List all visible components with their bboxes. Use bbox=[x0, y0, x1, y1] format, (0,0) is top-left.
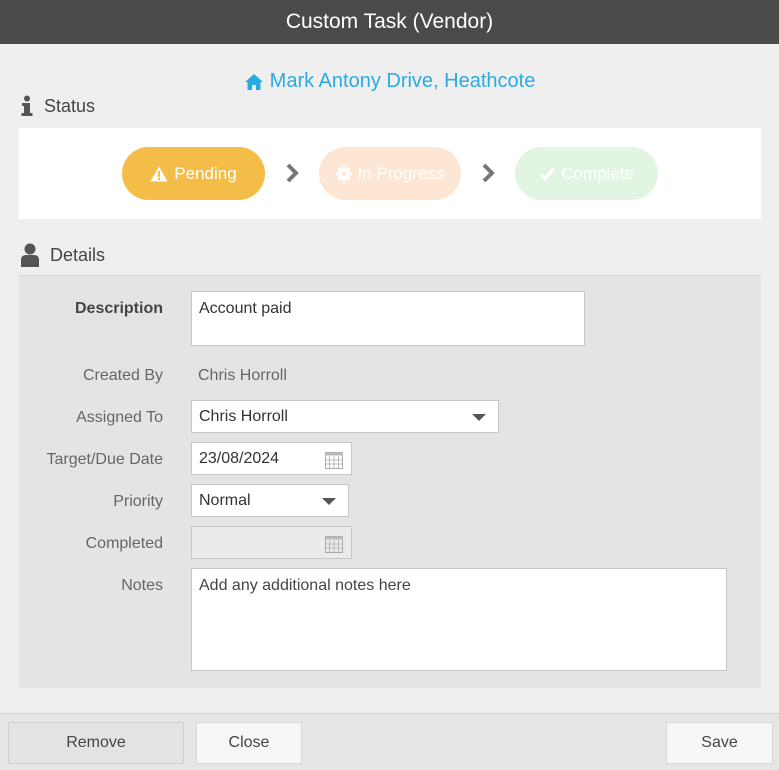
home-icon bbox=[244, 73, 263, 90]
priority-value: Normal bbox=[199, 491, 251, 509]
info-icon bbox=[21, 95, 33, 116]
gear-icon bbox=[335, 165, 352, 182]
check-icon bbox=[539, 167, 555, 181]
details-section-header: Details bbox=[20, 243, 105, 267]
notes-placeholder: Add any additional notes here bbox=[199, 577, 411, 594]
notes-field[interactable]: Add any additional notes here bbox=[191, 568, 727, 671]
status-heading: Status bbox=[44, 95, 96, 116]
calendar-icon bbox=[325, 536, 343, 553]
assigned-to-select[interactable]: Chris Horroll bbox=[191, 400, 499, 433]
status-step-pending[interactable]: Pending bbox=[122, 147, 265, 200]
status-step-label: Complete bbox=[561, 163, 634, 183]
status-section-header: Status bbox=[20, 95, 95, 117]
status-panel: Pending In Progress Complete bbox=[19, 128, 761, 219]
dialog-title-bar: Custom Task (Vendor) bbox=[0, 0, 779, 44]
assigned-to-label: Assigned To bbox=[76, 409, 163, 426]
address-text: Mark Antony Drive, Heathcote bbox=[269, 70, 536, 92]
status-step-label: In Progress bbox=[357, 163, 445, 183]
property-address[interactable]: Mark Antony Drive, Heathcote bbox=[0, 70, 779, 93]
created-by-label: Created By bbox=[82, 367, 163, 384]
close-button[interactable]: Close bbox=[196, 722, 302, 764]
details-panel: Description Account paid Created By Chri… bbox=[19, 275, 761, 688]
notes-label: Notes bbox=[121, 577, 163, 594]
due-date-value: 23/08/2024 bbox=[199, 449, 280, 467]
remove-button[interactable]: Remove bbox=[8, 722, 184, 764]
completed-label: Completed bbox=[85, 535, 163, 552]
save-button[interactable]: Save bbox=[666, 722, 773, 764]
description-value: Account paid bbox=[199, 300, 292, 317]
completed-date-field bbox=[191, 526, 352, 559]
due-date-label: Target/Due Date bbox=[46, 451, 163, 468]
description-field[interactable]: Account paid bbox=[191, 291, 585, 346]
description-label: Description bbox=[74, 300, 163, 317]
warning-icon bbox=[150, 166, 168, 181]
priority-select[interactable]: Normal bbox=[191, 484, 349, 517]
details-heading: Details bbox=[50, 244, 106, 265]
status-step-complete[interactable]: Complete bbox=[515, 147, 658, 200]
created-by-value: Chris Horroll bbox=[198, 367, 287, 384]
chevron-down-icon bbox=[472, 413, 486, 421]
status-step-label: Pending bbox=[174, 163, 237, 183]
assigned-to-value: Chris Horroll bbox=[199, 407, 288, 425]
calendar-icon[interactable] bbox=[325, 451, 343, 469]
chevron-down-icon bbox=[322, 497, 336, 505]
priority-label: Priority bbox=[113, 493, 163, 510]
due-date-field[interactable]: 23/08/2024 bbox=[191, 442, 352, 475]
status-step-in-progress[interactable]: In Progress bbox=[319, 147, 461, 200]
dialog-title: Custom Task (Vendor) bbox=[285, 10, 494, 33]
chevron-right-icon bbox=[482, 163, 495, 183]
chevron-right-icon bbox=[286, 163, 299, 183]
user-icon bbox=[21, 243, 39, 267]
